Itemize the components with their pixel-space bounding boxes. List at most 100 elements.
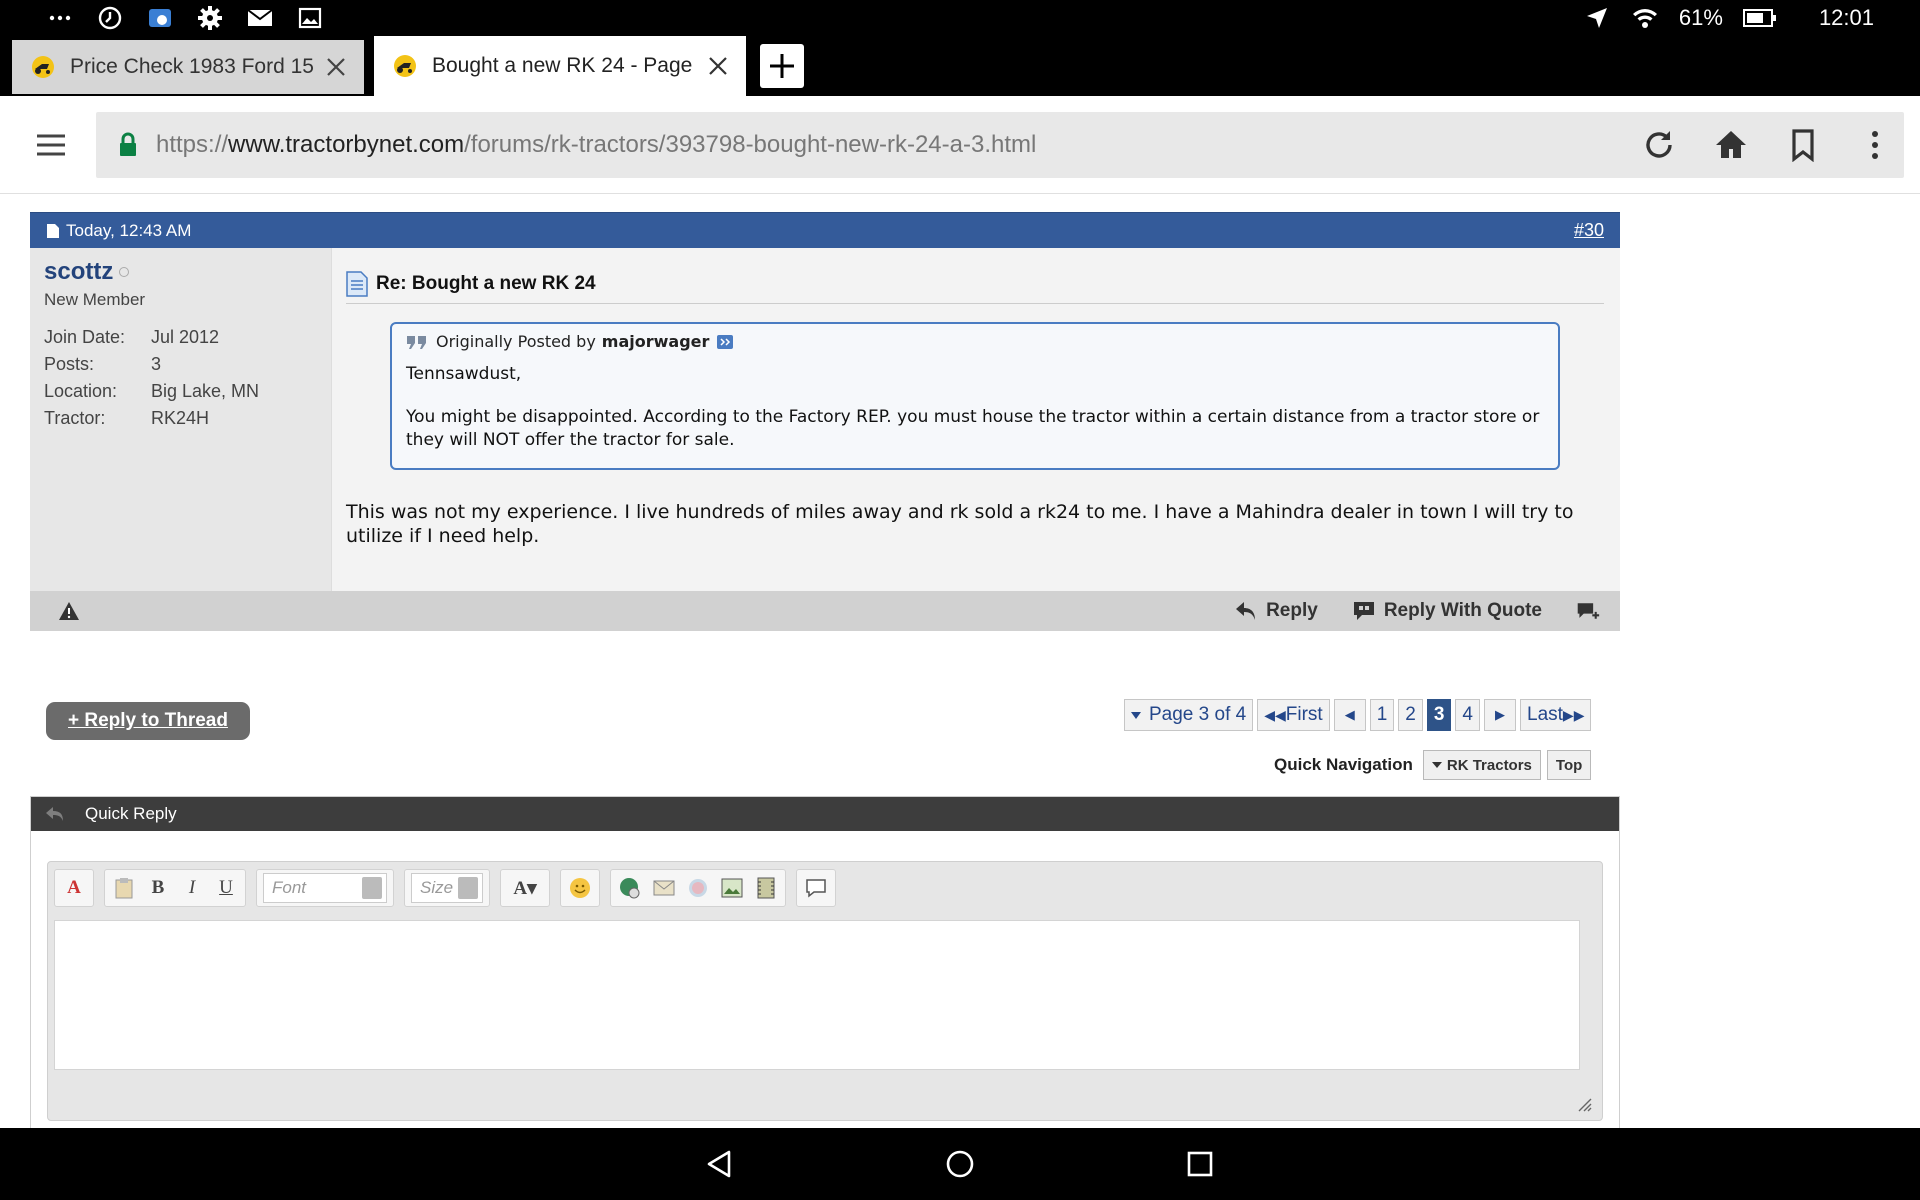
rich-text-editor: A B I U Font Size A▾ bbox=[47, 861, 1603, 1121]
offline-status-icon bbox=[119, 267, 130, 277]
tractorbynet-favicon bbox=[394, 55, 416, 77]
post-permalink[interactable]: #30 bbox=[1574, 220, 1604, 241]
first-page-link[interactable]: ◀◀ First bbox=[1257, 699, 1330, 731]
quote-insert-icon[interactable] bbox=[803, 875, 829, 901]
browser-tab-strip: Price Check 1983 Ford 1500 Bought a new … bbox=[0, 36, 1920, 96]
page-link-3-current[interactable]: 3 bbox=[1426, 699, 1452, 731]
font-family-select[interactable]: Font bbox=[263, 873, 387, 903]
underline-icon[interactable]: U bbox=[213, 875, 239, 901]
user-info-panel: scottz New Member Join Date: Jul 2012 Pos… bbox=[30, 248, 332, 591]
page-jump-dropdown[interactable]: Page 3 of 4 bbox=[1124, 699, 1254, 731]
reply-to-thread-button[interactable]: + Reply to Thread bbox=[46, 702, 250, 740]
paste-icon[interactable] bbox=[111, 875, 137, 901]
stat-key: Posts: bbox=[44, 354, 95, 374]
dropdown-caret-icon bbox=[1131, 711, 1141, 719]
double-chevron-right-icon: ▶▶ bbox=[1562, 706, 1585, 723]
username-link[interactable]: scottz bbox=[44, 258, 317, 286]
double-chevron-left-icon: ◀◀ bbox=[1264, 706, 1286, 723]
settings-gear-icon bbox=[196, 4, 224, 32]
multi-quote-button[interactable] bbox=[1576, 600, 1600, 622]
reply-with-quote-button[interactable]: Reply With Quote bbox=[1352, 600, 1542, 622]
quote-attribution: Originally Posted by majorwager bbox=[406, 332, 1542, 351]
insert-link-icon[interactable] bbox=[617, 875, 643, 901]
stat-key: Join Date: bbox=[44, 327, 126, 347]
system-navigation-bar bbox=[0, 1128, 1920, 1200]
url-scheme: https:// bbox=[156, 131, 229, 158]
more-options-icon[interactable] bbox=[1854, 124, 1896, 166]
prev-page-link[interactable]: ◀ bbox=[1333, 699, 1366, 731]
new-tab-button[interactable] bbox=[760, 44, 804, 88]
post-title: Re: Bought a new RK 24 bbox=[346, 268, 1604, 304]
wifi-icon bbox=[1631, 4, 1659, 32]
recent-apps-icon[interactable] bbox=[1180, 1144, 1220, 1184]
report-post-icon[interactable] bbox=[58, 601, 80, 621]
resize-grip-icon[interactable] bbox=[1576, 1096, 1592, 1112]
bold-icon[interactable]: B bbox=[145, 875, 171, 901]
user-stats: Join Date: Jul 2012 Posts: 3 Location: Big … bbox=[44, 324, 317, 432]
home-icon[interactable] bbox=[1710, 124, 1752, 166]
battery-percent: 61% bbox=[1678, 5, 1723, 30]
message-textarea[interactable] bbox=[54, 920, 1580, 1070]
post-date: Today, 12:43 AM bbox=[66, 220, 192, 240]
first-label: First bbox=[1285, 704, 1323, 725]
reply-arrow-icon bbox=[46, 807, 63, 821]
quick-reply-panel: Quick Reply A B I U Font Size A▾ bbox=[30, 796, 1620, 1128]
url-host: www.tractorbynet.com bbox=[228, 131, 465, 158]
quick-navigation: Quick Navigation RK Tractors Top bbox=[1274, 750, 1592, 780]
quote-block: Originally Posted by majorwager Tennsawd… bbox=[390, 322, 1560, 470]
tab-title: Bought a new RK 24 - Page 3 bbox=[432, 54, 696, 77]
chevron-right-icon: ▶ bbox=[1495, 707, 1505, 722]
back-icon[interactable] bbox=[700, 1144, 740, 1184]
tab-title: Price Check 1983 Ford 1500 bbox=[70, 55, 314, 78]
stat-value: RK24H bbox=[151, 408, 210, 428]
clock-icon bbox=[96, 4, 124, 32]
gallery-image-icon bbox=[296, 4, 324, 32]
close-tab-icon[interactable] bbox=[706, 54, 730, 78]
unlink-icon[interactable] bbox=[685, 875, 711, 901]
stat-value: Jul 2012 bbox=[151, 327, 220, 347]
home-circle-icon[interactable] bbox=[940, 1144, 980, 1184]
reply-arrow-icon bbox=[1236, 602, 1256, 620]
forum-post: Today, 12:43 AM #30 scottz New Member Jo… bbox=[30, 212, 1620, 631]
url-text[interactable]: https://www.tractorbynet.com/forums/rk-t… bbox=[156, 131, 1036, 159]
close-tab-icon[interactable] bbox=[324, 55, 348, 79]
bookmark-icon[interactable] bbox=[1782, 124, 1824, 166]
post-title-text: Re: Bought a new RK 24 bbox=[376, 272, 596, 294]
quick-reply-title: Quick Reply bbox=[85, 804, 177, 823]
page-link-4[interactable]: 4 bbox=[1455, 699, 1480, 731]
insert-email-icon[interactable] bbox=[651, 875, 677, 901]
next-page-link[interactable]: ▶ bbox=[1484, 699, 1516, 731]
url-path: /forums/rk-tractors/393798-bought-new-rk… bbox=[464, 131, 1037, 158]
stat-key: Location: bbox=[44, 381, 118, 401]
quote-prefix: Originally Posted by bbox=[436, 332, 596, 351]
reply-with-quote-label: Reply With Quote bbox=[1383, 600, 1542, 621]
last-page-link[interactable]: Last ▶▶ bbox=[1520, 699, 1592, 731]
pagination: Page 3 of 4 ◀◀ First ◀ 1 2 3 4 ▶ Last ▶▶ bbox=[1124, 699, 1592, 731]
battery-icon bbox=[1742, 4, 1777, 32]
reply-label: Reply bbox=[1266, 600, 1318, 621]
top-button[interactable]: Top bbox=[1546, 750, 1592, 780]
browser-app-icon bbox=[146, 4, 174, 32]
location-arrow-icon bbox=[1583, 4, 1611, 32]
system-status-bar: 61% 12:01 bbox=[0, 0, 1920, 36]
italic-icon[interactable]: I bbox=[179, 875, 205, 901]
insert-video-icon[interactable] bbox=[753, 875, 779, 901]
text-color-icon[interactable]: A▾ bbox=[507, 875, 543, 901]
chevron-left-icon: ◀ bbox=[1344, 707, 1355, 722]
insert-image-icon[interactable] bbox=[719, 875, 745, 901]
tab-bought-rk24[interactable]: Bought a new RK 24 - Page 3 bbox=[374, 36, 746, 96]
tab-price-check[interactable]: Price Check 1983 Ford 1500 bbox=[12, 40, 364, 94]
view-post-icon[interactable] bbox=[717, 334, 734, 349]
page-link-1[interactable]: 1 bbox=[1369, 699, 1395, 731]
reply-button[interactable]: Reply bbox=[1234, 600, 1318, 622]
page-link-2[interactable]: 2 bbox=[1398, 699, 1423, 731]
reload-icon[interactable] bbox=[1638, 124, 1680, 166]
address-bar[interactable]: https://www.tractorbynet.com/forums/rk-t… bbox=[96, 112, 1904, 178]
clock-time: 12:01 bbox=[1818, 5, 1874, 30]
forum-jump-dropdown[interactable]: RK Tractors bbox=[1422, 750, 1541, 780]
hamburger-menu-icon[interactable] bbox=[34, 130, 68, 160]
font-size-select[interactable]: Size bbox=[411, 873, 483, 903]
smiley-icon[interactable] bbox=[567, 875, 593, 901]
remove-format-icon[interactable]: A bbox=[61, 875, 87, 901]
web-page: Today, 12:43 AM #30 scottz New Member Jo… bbox=[0, 194, 1920, 1128]
